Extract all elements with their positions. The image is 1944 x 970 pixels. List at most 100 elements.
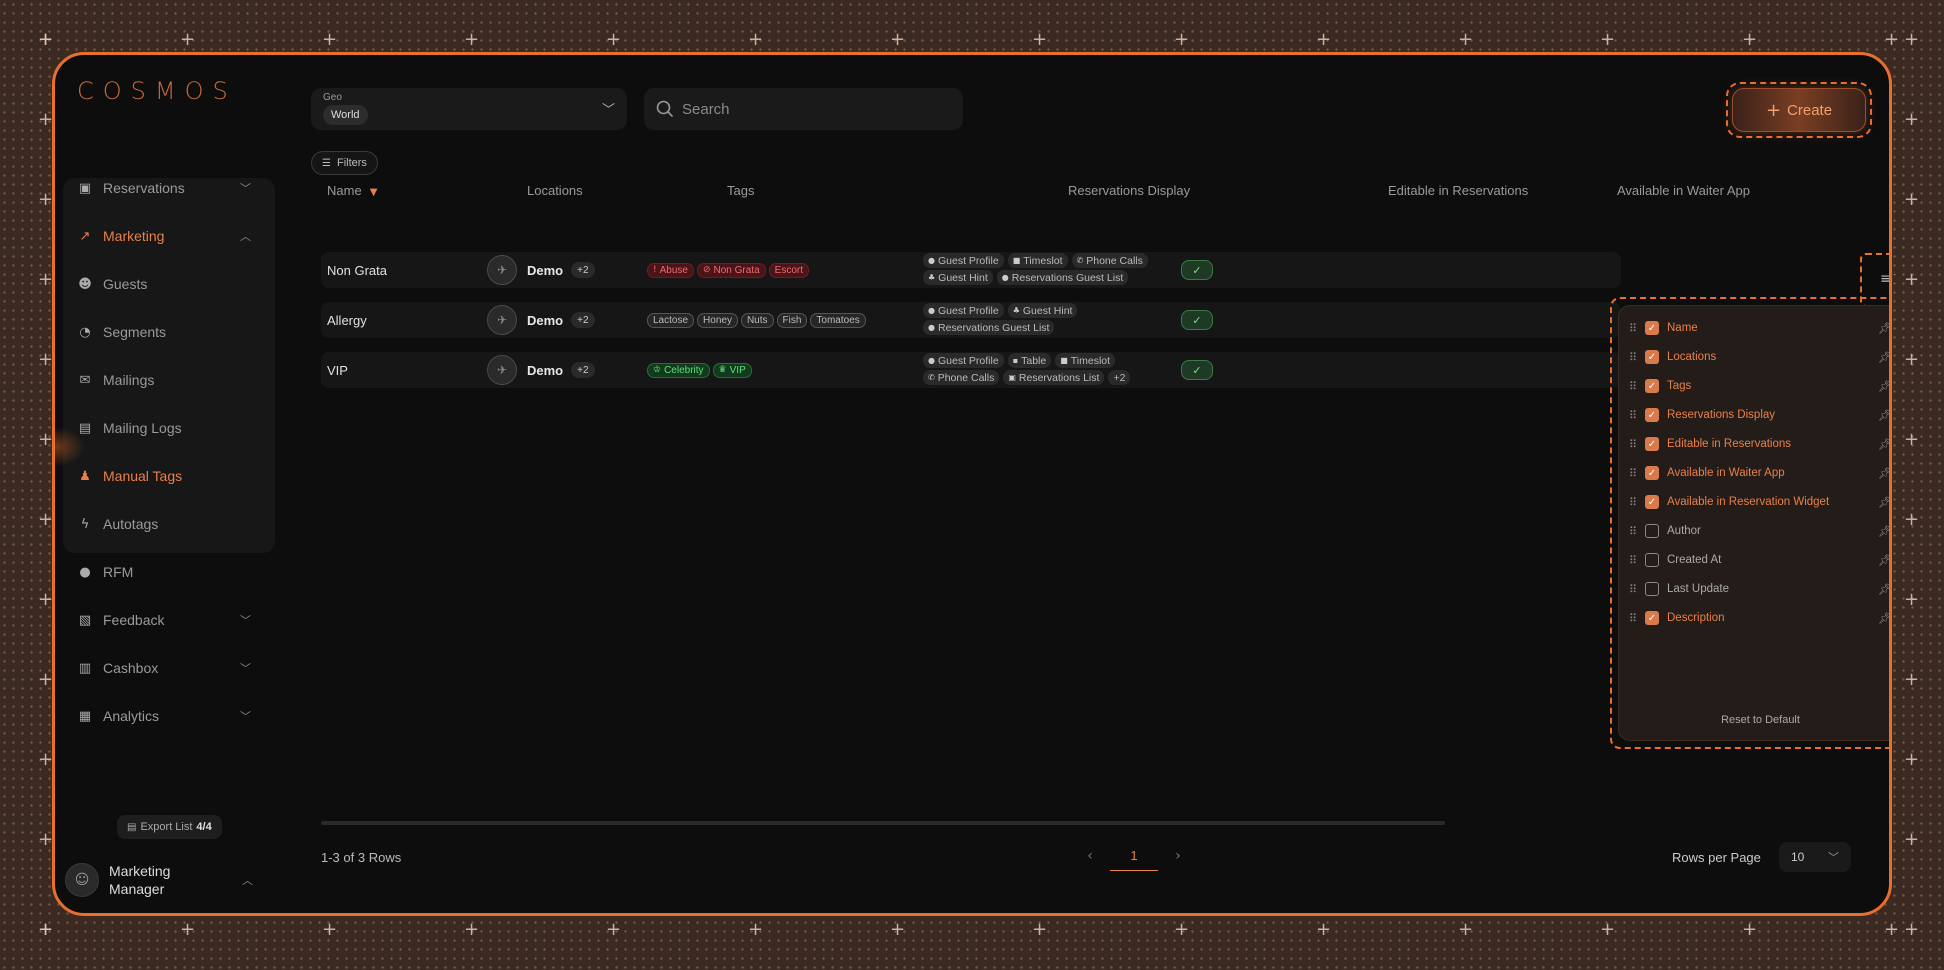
tag-label: Fish (782, 314, 802, 326)
chevron-right-icon[interactable]: › (1158, 848, 1198, 864)
drag-handle-icon[interactable]: ⠿ (1629, 467, 1645, 480)
sidebar-item-autotags[interactable]: ϟ Autotags (65, 506, 265, 542)
column-toggle-name[interactable]: ⠿ ✓ Name 📌︎ (1629, 314, 1889, 342)
drag-handle-icon[interactable]: ⠿ (1629, 525, 1645, 538)
table-row[interactable]: Non Grata ✈ Demo +2! Abuse ⊘ Non Grata Escort ● G… (321, 252, 1621, 288)
checkbox[interactable] (1645, 553, 1659, 567)
create-button[interactable]: + Create (1732, 88, 1866, 132)
pin-icon[interactable]: 📌︎ (1878, 438, 1889, 451)
checkbox[interactable]: ✓ (1645, 379, 1659, 393)
sidebar-item-manual-tags[interactable]: ♟ Manual Tags (65, 458, 265, 494)
cross-decoration: + (1032, 919, 1048, 940)
column-toggle-tags[interactable]: ⠿ ✓ Tags 📌︎ (1629, 372, 1889, 400)
cross-decoration: + (1904, 919, 1920, 940)
pin-icon[interactable]: 📌︎ (1878, 612, 1889, 625)
drag-handle-icon[interactable]: ⠿ (1629, 380, 1645, 393)
sidebar-item-feedback[interactable]: ▧ Feedback ﹀ (65, 602, 265, 638)
editable-check-icon[interactable]: ✓ (1181, 310, 1213, 330)
checkbox[interactable]: ✓ (1645, 611, 1659, 625)
sidebar-item-segments[interactable]: ◔ Segments (65, 314, 265, 350)
checkbox[interactable]: ✓ (1645, 350, 1659, 364)
page-button[interactable]: 1 (1110, 841, 1158, 871)
chevron-left-icon[interactable]: ‹ (1070, 848, 1110, 864)
table-row[interactable]: Allergy ✈ Demo +2 Lactose Honey Nuts Fish Tomato… (321, 302, 1621, 338)
sidebar-item-guests[interactable]: ☻ Guests (65, 266, 265, 302)
search-input[interactable] (682, 100, 942, 118)
drag-handle-icon[interactable]: ⠿ (1629, 612, 1645, 625)
column-header-editable[interactable]: Editable in Reservations (1388, 183, 1528, 198)
drag-handle-icon[interactable]: ⠿ (1629, 438, 1645, 451)
tag-label: Tomatoes (816, 314, 860, 326)
column-toggle-description[interactable]: ⠿ ✓ Description 📌︎ (1629, 604, 1889, 632)
sidebar-item-cashbox[interactable]: ▥ Cashbox ﹀ (65, 650, 265, 686)
table-row[interactable]: VIP ✈ Demo +2 ♔ Celebrity ♛ VIP ● Guest Profile ▪ T… (321, 352, 1621, 388)
column-toggle-available-in-waiter-app[interactable]: ⠿ ✓ Available in Waiter App 📌︎ (1629, 459, 1889, 487)
editable-check-icon[interactable]: ✓ (1181, 360, 1213, 380)
sidebar-item-marketing[interactable]: ↗ Marketing ︿ (65, 218, 265, 254)
checkbox[interactable]: ✓ (1645, 437, 1659, 451)
checkbox[interactable]: ✓ (1645, 321, 1659, 335)
checkbox[interactable]: ✓ (1645, 466, 1659, 480)
column-toggle-author[interactable]: ⠿ Author 📌︎ (1629, 517, 1889, 545)
pin-icon[interactable]: 📌︎ (1878, 583, 1889, 596)
drag-handle-icon[interactable]: ⠿ (1629, 496, 1645, 509)
reset-to-default-button[interactable]: Reset to Default (1619, 714, 1889, 726)
rows-per-page-value: 10 (1791, 850, 1805, 864)
pin-icon[interactable]: 📌︎ (1878, 409, 1889, 422)
location-more-badge[interactable]: +2 (571, 312, 595, 328)
pin-icon[interactable]: 📌︎ (1878, 380, 1889, 393)
pin-icon[interactable]: 📌︎ (1878, 496, 1889, 509)
drag-handle-icon[interactable]: ⠿ (1629, 583, 1645, 596)
row-tags: ♔ Celebrity ♛ VIP (647, 352, 752, 388)
chevron-down-icon: ﹀ (240, 182, 251, 195)
column-toggle-locations[interactable]: ⠿ ✓ Locations 📌︎ (1629, 343, 1889, 371)
horizontal-scrollbar[interactable] (321, 821, 1445, 825)
column-header-tags[interactable]: Tags (727, 183, 754, 198)
geo-select[interactable]: Geo World ﹀ (311, 88, 627, 130)
sidebar-item-rfm[interactable]: ● RFM (65, 554, 265, 590)
checkbox[interactable] (1645, 524, 1659, 538)
drag-handle-icon[interactable]: ⠿ (1629, 554, 1645, 567)
column-toggle-available-in-reservation-widget[interactable]: ⠿ ✓ Available in Reservation Widget 📌︎ (1629, 488, 1889, 516)
pin-icon[interactable]: 📌︎ (1878, 467, 1889, 480)
column-header-reservations-display[interactable]: Reservations Display (1068, 183, 1190, 198)
tag-chip: Honey (697, 312, 738, 328)
column-toggle-editable-in-reservations[interactable]: ⠿ ✓ Editable in Reservations 📌︎ (1629, 430, 1889, 458)
sidebar-item-mailings[interactable]: ✉ Mailings (65, 362, 265, 398)
sidebar-item-analytics[interactable]: ▦ Analytics ﹀ (65, 698, 265, 734)
editable-check-icon[interactable]: ✓ (1181, 260, 1213, 280)
cross-decoration: + (1904, 189, 1920, 210)
drag-handle-icon[interactable]: ⠿ (1629, 409, 1645, 422)
drag-handle-icon[interactable]: ⠿ (1629, 351, 1645, 364)
checkbox[interactable] (1645, 582, 1659, 596)
cross-decoration: + (322, 919, 338, 940)
cross-decoration: + (1904, 829, 1920, 850)
cross-decoration: + (322, 29, 338, 50)
location-more-badge[interactable]: +2 (571, 362, 595, 378)
pin-icon[interactable]: 📌︎ (1878, 351, 1889, 364)
column-header-locations[interactable]: Locations (527, 183, 583, 198)
chevron-down-icon: ﹀ (1828, 851, 1839, 864)
column-header-waiter-app[interactable]: Available in Waiter App (1617, 183, 1750, 198)
export-list-button[interactable]: ▤ Export List 4/4 (117, 815, 222, 839)
user-menu[interactable]: ☺ Marketing Manager ︿ (65, 855, 265, 905)
drag-handle-icon[interactable]: ⠿ (1629, 322, 1645, 335)
checkbox[interactable]: ✓ (1645, 495, 1659, 509)
cross-decoration: + (38, 349, 54, 370)
rows-per-page-select[interactable]: 10 ﹀ (1779, 842, 1851, 872)
sidebar-item-mailing-logs[interactable]: ▤ Mailing Logs (65, 410, 265, 446)
sidebar-item-reservations[interactable]: ▣ Reservations ﹀ (65, 170, 265, 206)
column-header-name[interactable]: Name ▼ (327, 183, 377, 198)
column-toggle-reservations-display[interactable]: ⠿ ✓ Reservations Display 📌︎ (1629, 401, 1889, 429)
column-toggle-created-at[interactable]: ⠿ Created At 📌︎ (1629, 546, 1889, 574)
column-settings-icon[interactable]: ≡⚙ (1880, 271, 1889, 289)
sidebar-item-label: Guests (103, 276, 148, 292)
column-toggle-last-update[interactable]: ⠿ Last Update 📌︎ (1629, 575, 1889, 603)
users-tag-icon: ♟ (79, 468, 91, 484)
location-more-badge[interactable]: +2 (571, 262, 595, 278)
pin-icon[interactable]: 📌︎ (1878, 322, 1889, 335)
pin-icon[interactable]: 📌︎ (1878, 554, 1889, 567)
checkbox[interactable]: ✓ (1645, 408, 1659, 422)
pin-icon[interactable]: 📌︎ (1878, 525, 1889, 538)
filters-button[interactable]: ☰ Filters (311, 151, 378, 175)
